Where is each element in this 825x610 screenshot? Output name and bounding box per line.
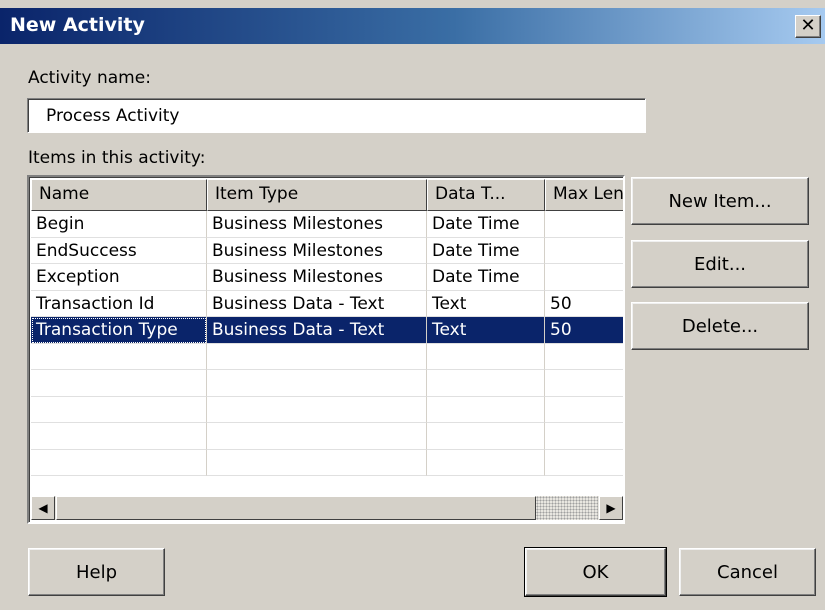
edit-button-label: Edit... bbox=[693, 253, 747, 275]
list-body: Begin Business Milestones Date Time EndSucc… bbox=[31, 211, 623, 487]
cell-data-type: Text bbox=[427, 290, 545, 317]
arrow-right-icon[interactable]: ▶ bbox=[599, 496, 623, 520]
cell-name: Begin bbox=[31, 211, 207, 238]
cell-max-length bbox=[545, 344, 623, 370]
table-row[interactable]: EndSuccess Business Milestones Date Time bbox=[31, 237, 623, 264]
close-button[interactable]: ✕ bbox=[795, 15, 821, 38]
cell-item-type: Business Data - Text bbox=[207, 317, 427, 344]
ok-button[interactable]: OK bbox=[524, 547, 667, 597]
close-icon: ✕ bbox=[800, 15, 816, 36]
cell-item-type bbox=[207, 423, 427, 450]
activity-name-input[interactable] bbox=[46, 104, 636, 128]
cell-data-type bbox=[427, 343, 545, 370]
activity-name-label: Activity name: bbox=[28, 68, 151, 88]
table-row[interactable]: Begin Business Milestones Date Time bbox=[31, 211, 623, 238]
cell-data-type bbox=[427, 449, 545, 476]
cell-data-type: Date Time bbox=[427, 264, 545, 291]
cancel-button[interactable]: Cancel bbox=[679, 548, 816, 596]
cell-name: Transaction Type bbox=[31, 317, 207, 344]
cell-max-length bbox=[545, 211, 623, 238]
cell-data-type: Date Time bbox=[427, 211, 545, 238]
cancel-button-label: Cancel bbox=[717, 561, 778, 583]
cell-data-type bbox=[427, 396, 545, 423]
cell-data-type bbox=[427, 423, 545, 450]
column-header-max-length[interactable]: Max Len bbox=[545, 179, 623, 211]
cell-name: Transaction Id bbox=[31, 290, 207, 317]
cell-max-length bbox=[545, 397, 623, 423]
column-header-name[interactable]: Name bbox=[31, 179, 207, 211]
activity-name-field-frame bbox=[27, 98, 646, 133]
cell-max-length bbox=[545, 423, 623, 450]
cell-name: EndSuccess bbox=[31, 237, 207, 264]
cell-item-type: Business Milestones bbox=[207, 264, 427, 291]
cell-name bbox=[31, 343, 207, 370]
delete-button-label: Delete... bbox=[681, 315, 759, 337]
help-button[interactable]: Help bbox=[28, 548, 165, 596]
help-button-label: Help bbox=[75, 561, 118, 583]
cell-item-type bbox=[207, 449, 427, 476]
scrollbar-track[interactable] bbox=[536, 496, 598, 520]
empty-table-row bbox=[31, 396, 623, 423]
cell-data-type: Date Time bbox=[427, 237, 545, 264]
cell-name bbox=[31, 370, 207, 397]
empty-table-row bbox=[31, 449, 623, 476]
cell-name bbox=[31, 423, 207, 450]
cell-max-length bbox=[545, 238, 623, 264]
empty-table-row bbox=[31, 370, 623, 397]
cell-data-type bbox=[427, 370, 545, 397]
cell-max-length: 50 bbox=[545, 317, 623, 344]
title-bar[interactable]: New Activity ✕ bbox=[0, 8, 825, 44]
new-item-button-label: New Item... bbox=[668, 190, 772, 212]
cell-name bbox=[31, 396, 207, 423]
cell-item-type: Business Data - Text bbox=[207, 290, 427, 317]
empty-table-row bbox=[31, 423, 623, 450]
cell-name: Exception bbox=[31, 264, 207, 291]
column-header-data-type[interactable]: Data T... bbox=[427, 179, 545, 211]
new-item-button[interactable]: New Item... bbox=[631, 177, 809, 225]
arrow-left-icon[interactable]: ◀ bbox=[31, 496, 55, 520]
cell-item-type bbox=[207, 343, 427, 370]
cell-max-length bbox=[545, 370, 623, 397]
new-activity-dialog: New Activity ✕ Activity name: Items in t… bbox=[0, 0, 825, 610]
horizontal-scrollbar[interactable]: ◀ ▶ bbox=[31, 496, 623, 520]
cell-name bbox=[31, 449, 207, 476]
scrollbar-thumb[interactable] bbox=[56, 496, 536, 520]
table-row[interactable]: Transaction Type Business Data - Text Text… bbox=[31, 317, 623, 344]
delete-button[interactable]: Delete... bbox=[631, 302, 809, 350]
items-label: Items in this activity: bbox=[28, 148, 206, 168]
table-row[interactable]: Exception Business Milestones Date Time bbox=[31, 264, 623, 291]
table-row[interactable]: Transaction Id Business Data - Text Text 50 bbox=[31, 290, 623, 317]
cell-max-length bbox=[545, 450, 623, 476]
cell-item-type: Business Milestones bbox=[207, 237, 427, 264]
cell-max-length: 50 bbox=[545, 291, 623, 317]
cell-item-type bbox=[207, 370, 427, 397]
cell-data-type: Text bbox=[427, 317, 545, 344]
edit-button[interactable]: Edit... bbox=[631, 240, 809, 288]
cell-item-type bbox=[207, 396, 427, 423]
items-list[interactable]: Name Item Type Data T... Max Len Begin Bu… bbox=[27, 175, 625, 524]
column-header-item-type[interactable]: Item Type bbox=[207, 179, 427, 211]
window-title: New Activity bbox=[10, 14, 145, 36]
list-header: Name Item Type Data T... Max Len bbox=[31, 179, 623, 211]
empty-table-row bbox=[31, 343, 623, 370]
cell-item-type: Business Milestones bbox=[207, 211, 427, 238]
cell-max-length bbox=[545, 264, 623, 291]
ok-button-label: OK bbox=[582, 561, 609, 583]
